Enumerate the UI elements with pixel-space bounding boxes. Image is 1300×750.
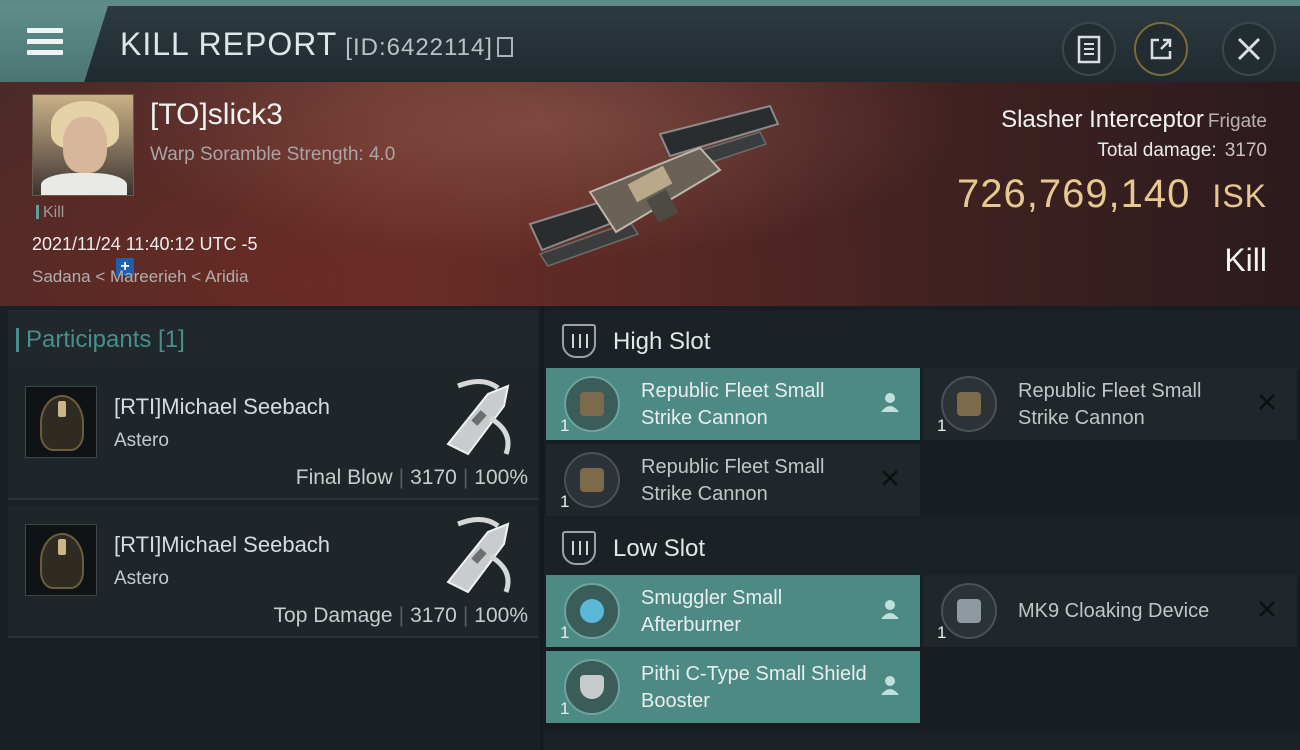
participant-ship-icon[interactable] (428, 374, 528, 464)
module-name: Republic Fleet Small Strike Cannon (641, 380, 825, 429)
participant-row[interactable]: [RTI]Michael Seebach Astero Final Blow | 3… (8, 368, 538, 500)
module-name: Republic Fleet Small Strike Cannon (1018, 380, 1202, 429)
report-id: [ID:6422114] (345, 34, 493, 61)
participant-name[interactable]: [RTI]Michael Seebach (114, 394, 330, 420)
high-slot-title: High Slot (613, 328, 711, 355)
low-slot-icon (562, 531, 596, 565)
module-name: Smuggler Small Afterburner (641, 587, 783, 636)
participant-damage: 3170 (410, 604, 457, 627)
page-title: KILL REPORT [ID:6422114] (120, 26, 513, 63)
x-icon (1259, 394, 1275, 410)
participant-percent: 100% (474, 604, 528, 627)
title-text: KILL REPORT (120, 26, 338, 62)
module-item[interactable]: 1 Smuggler Small Afterburner (546, 575, 920, 647)
warp-scramble-strength: Warp Soramble Strength: 4.0 (150, 144, 396, 165)
module-item[interactable]: 1 MK9 Cloaking Device (923, 575, 1297, 647)
total-damage-value: 3170 (1224, 140, 1267, 161)
participant-role: Top Damage (273, 604, 393, 627)
module-name: MK9 Cloaking Device (1018, 600, 1210, 622)
module-quantity: 1 (937, 416, 947, 435)
afterburner-icon (564, 583, 620, 639)
participant-name[interactable]: [RTI]Michael Seebach (114, 532, 330, 558)
module-item[interactable]: 1 Republic Fleet Small Strike Cannon (546, 368, 920, 440)
total-damage-label: Total damage: (1097, 140, 1217, 161)
module-name: Republic Fleet Small Strike Cannon (641, 456, 825, 505)
kill-location: Sadana < Mareerieh < Aridia (32, 267, 249, 286)
ship-name-text: Slasher Interceptor (1001, 106, 1204, 133)
victim-portrait[interactable] (32, 94, 134, 196)
participants-panel: Participants [1] [RTI]Michael Seebach As… (0, 306, 540, 750)
total-damage: Total damage: 3170 (1097, 140, 1267, 162)
victim-ship-name[interactable]: Slasher Interceptor Frigate (1001, 106, 1267, 134)
kill-timestamp: 2021/11/24 11:40:12 UTC -5 (32, 234, 258, 254)
isk-amount: 726,769,140 (956, 172, 1191, 216)
module-quantity: 1 (937, 623, 947, 642)
x-icon (882, 470, 898, 486)
participant-portrait[interactable] (25, 386, 97, 458)
low-slot-header: Low Slot (544, 517, 1300, 577)
module-quantity: 1 (560, 416, 570, 435)
participant-stats: Top Damage | 3170 | 100% (273, 604, 528, 627)
person-icon (881, 393, 899, 412)
module-quantity: 1 (560, 492, 570, 511)
clipboard-icon (1077, 35, 1101, 64)
menu-button[interactable] (0, 6, 108, 82)
kill-result-label: Kill (1224, 242, 1267, 278)
close-button[interactable] (1222, 22, 1276, 76)
module-name: Pithi C-Type Small Shield Booster (641, 663, 867, 712)
share-button[interactable] (1134, 22, 1188, 76)
cloaking-device-icon (941, 583, 997, 639)
victim-ship-image (528, 104, 780, 267)
module-item[interactable]: 1 Republic Fleet Small Strike Cannon (923, 368, 1297, 440)
module-quantity: 1 (560, 623, 570, 642)
participant-ship: Astero (114, 430, 169, 451)
module-item[interactable]: 1 Republic Fleet Small Strike Cannon (546, 444, 920, 516)
hamburger-menu-icon (27, 28, 63, 56)
person-icon (881, 676, 899, 695)
person-icon (881, 600, 899, 619)
isk-unit: ISK (1212, 178, 1267, 214)
participant-role: Final Blow (295, 466, 393, 489)
participant-ship: Astero (114, 568, 169, 589)
participant-ship-icon[interactable] (428, 512, 528, 602)
cannon-icon (564, 452, 620, 508)
copy-icon[interactable] (496, 37, 513, 57)
module-quantity: 1 (560, 699, 570, 718)
low-slot-title: Low Slot (613, 535, 706, 562)
high-slot-header: High Slot (544, 310, 1300, 370)
participant-stats: Final Blow | 3170 | 100% (295, 466, 528, 489)
share-icon (1150, 38, 1172, 60)
kill-tag: Kill (36, 204, 64, 222)
cannon-icon (564, 376, 620, 432)
shield-booster-icon (564, 659, 620, 715)
victim-panel: + [TO]slick3 Warp Soramble Strength: 4.0… (0, 82, 1300, 306)
cannon-icon (941, 376, 997, 432)
participant-portrait[interactable] (25, 524, 97, 596)
next-slot-header-partial (544, 731, 1300, 750)
high-slot-icon (562, 324, 596, 358)
participant-damage: 3170 (410, 466, 457, 489)
participant-row[interactable]: [RTI]Michael Seebach Astero Top Damage | 3… (8, 506, 538, 638)
victim-name[interactable]: [TO]slick3 (150, 98, 283, 132)
module-item[interactable]: 1 Pithi C-Type Small Shield Booster (546, 651, 920, 723)
participant-percent: 100% (474, 466, 528, 489)
fitting-panel: High Slot 1 Republic Fleet Small Strike … (544, 306, 1300, 750)
ship-class: Frigate (1207, 111, 1267, 132)
participants-header: Participants [1] (8, 310, 538, 368)
top-bar: KILL REPORT [ID:6422114] (0, 0, 1300, 82)
close-icon (1237, 37, 1261, 61)
participants-title: Participants [1] (16, 326, 185, 353)
report-button[interactable] (1062, 22, 1116, 76)
x-icon (1259, 601, 1275, 617)
isk-value: 726,769,140 ISK (957, 172, 1267, 217)
